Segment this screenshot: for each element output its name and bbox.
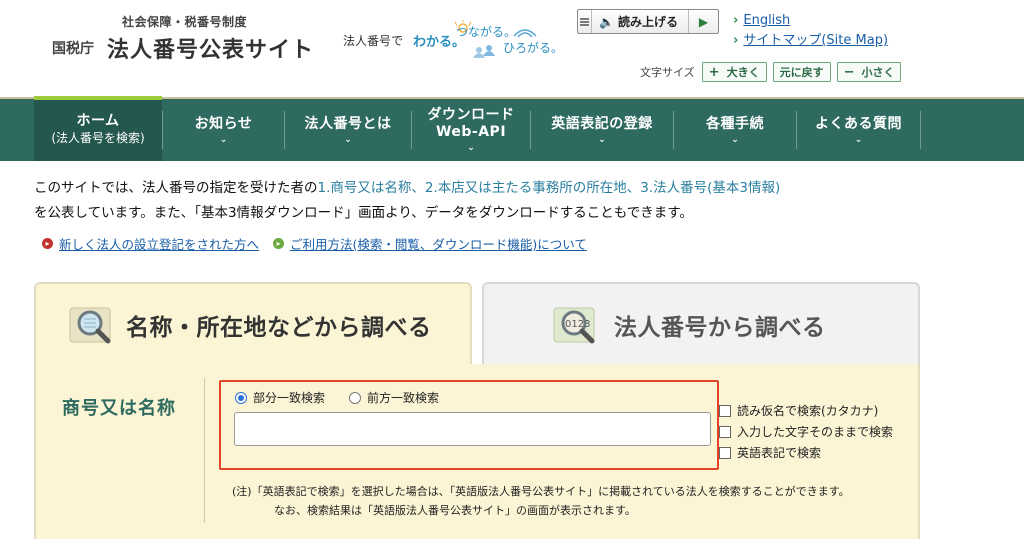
svg-text:0123: 0123 [565, 319, 590, 330]
note-line1: (注)「英語表記で検索」を選択した場合は、「英語版法人番号公表サイト」に掲載され… [232, 485, 850, 498]
magnifier-map-icon [69, 307, 111, 344]
chevron-right-icon: › [733, 33, 739, 48]
font-larger-button[interactable]: + 大きく [701, 62, 767, 82]
site-header: 社会保障・税番号制度 国税庁 法人番号公表サイト 法人番号で わかる。 つながる… [0, 0, 1024, 97]
nav-item-english-registration[interactable]: 英語表記の登録 ⌄ [531, 99, 673, 161]
menu-icon[interactable] [578, 10, 592, 33]
slogan-hirogaru: ひろがる。 [503, 41, 564, 55]
highlight-frame: 部分一致検索 前方一致検索 [219, 380, 719, 470]
site-subtitle: 社会保障・税番号制度 [122, 15, 248, 29]
radio-unselected[interactable] [349, 391, 362, 404]
intro-highlight: 1.商号又は名称、2.本店又は主たる事務所の所在地、3.法人番号(基本3情報) [317, 180, 781, 196]
intro-text: このサイトでは、法人番号の指定を受けた者の1.商号又は名称、2.本店又は主たる事… [34, 176, 780, 226]
checkbox-english[interactable]: 英語表記で検索 [719, 442, 893, 463]
arrow-circle-icon: ▸ [42, 238, 53, 249]
nav-item-about[interactable]: 法人番号とは ⌄ [285, 99, 411, 161]
font-reset-button[interactable]: 元に戻す [772, 62, 831, 82]
agency-name[interactable]: 国税庁 [52, 38, 94, 58]
chevron-down-icon: ⌄ [854, 134, 863, 145]
font-size-controls: 文字サイズ + 大きく 元に戻す − 小さく [640, 62, 907, 82]
nav-item-faq[interactable]: よくある質問 ⌄ [797, 99, 920, 161]
speaker-icon: 🔈 [599, 14, 614, 29]
slogan-graphic: 法人番号で わかる。 つながる。 ひろがる。 [343, 20, 568, 58]
search-options: 読み仮名で検索(カタカナ) 入力した文字そのままで検索 英語表記で検索 [719, 400, 893, 463]
search-note: (注)「英語表記で検索」を選択した場合は、「英語版法人番号公表サイト」に掲載され… [232, 482, 850, 520]
plus-icon: + [708, 64, 720, 80]
wave-icon [513, 29, 537, 38]
note-line2: なお、検索結果は「英語版法人番号公表サイト」の画面が表示されます。 [274, 504, 636, 517]
chevron-down-icon: ⌄ [467, 143, 475, 153]
tab-search-by-name[interactable]: 名称・所在地などから調べる [34, 282, 472, 366]
site-logo-title[interactable]: 法人番号公表サイト [107, 32, 314, 64]
match-type-radios: 部分一致検索 前方一致検索 [235, 389, 463, 406]
read-aloud-label[interactable]: 読み上げる [618, 13, 678, 30]
global-nav: ホーム (法人番号を検索) お知らせ ⌄ 法人番号とは ⌄ ダウンロード Web… [0, 96, 1024, 161]
radio-partial-match[interactable]: 部分一致検索 [235, 389, 325, 406]
read-aloud-widget[interactable]: 🔈 読み上げる ▶ [577, 9, 719, 34]
chevron-down-icon: ⌄ [344, 134, 352, 145]
tab-label-by-number: 法人番号から調べる [614, 315, 826, 341]
tab-label-by-name: 名称・所在地などから調べる [126, 315, 432, 341]
intro-line2: を公表しています。また、「基本3情報ダウンロード」画面より、データをダウンロード… [34, 205, 693, 221]
magnifier-number-icon: 0123 [553, 307, 595, 344]
chevron-down-icon: ⌄ [219, 134, 228, 145]
nav-item-procedures[interactable]: 各種手続 ⌄ [674, 99, 796, 161]
nav-divider [920, 111, 921, 149]
slogan-prefix: 法人番号で [343, 34, 404, 48]
name-search-input[interactable] [234, 412, 711, 446]
font-size-label: 文字サイズ [640, 66, 695, 79]
intro-links: ▸ 新しく法人の設立登記をされた方へ ▸ ご利用方法(検索・閲覧、ダウンロード機… [42, 234, 587, 253]
chevron-down-icon: ⌄ [731, 134, 739, 145]
field-divider [204, 378, 205, 523]
minus-icon: − [843, 64, 855, 80]
play-button[interactable]: ▶ [688, 10, 718, 33]
tab-search-by-number[interactable]: 0123 法人番号から調べる [482, 282, 920, 366]
new-corporation-link[interactable]: 新しく法人の設立登記をされた方へ [59, 234, 259, 253]
arrow-circle-icon: ▸ [273, 238, 285, 249]
field-label-name: 商号又は名称 [62, 398, 176, 419]
radio-selected[interactable] [235, 391, 247, 404]
usage-guide-link[interactable]: ご利用方法(検索・閲覧、ダウンロード機能)について [290, 234, 587, 253]
checkbox-box[interactable] [719, 404, 731, 417]
sitemap-link[interactable]: › サイトマップ(Site Map) [733, 31, 888, 51]
radio-prefix-match[interactable]: 前方一致検索 [349, 389, 439, 406]
checkbox-box[interactable] [719, 446, 731, 459]
search-panel: 商号又は名称 部分一致検索 前方一致検索 読み仮名で検索(カタカナ) 入力した文… [34, 364, 920, 539]
nav-item-home[interactable]: ホーム (法人番号を検索) [34, 96, 162, 161]
nav-item-news[interactable]: お知らせ ⌄ [163, 99, 284, 161]
checkbox-box[interactable] [719, 425, 731, 438]
chevron-right-icon: › [733, 13, 739, 28]
checkbox-kana[interactable]: 読み仮名で検索(カタカナ) [719, 400, 893, 421]
font-smaller-button[interactable]: − 小さく [836, 62, 902, 82]
checkbox-exact[interactable]: 入力した文字そのままで検索 [719, 421, 893, 442]
english-link[interactable]: › English [733, 11, 888, 31]
nav-item-download[interactable]: ダウンロード Web-API ⌄ [412, 99, 530, 161]
top-links: › English › サイトマップ(Site Map) [733, 11, 888, 51]
intro-line1: このサイトでは、法人番号の指定を受けた者の [34, 180, 318, 196]
slogan-tsunagaru: つながる。 [456, 25, 517, 39]
chevron-down-icon: ⌄ [598, 134, 606, 145]
